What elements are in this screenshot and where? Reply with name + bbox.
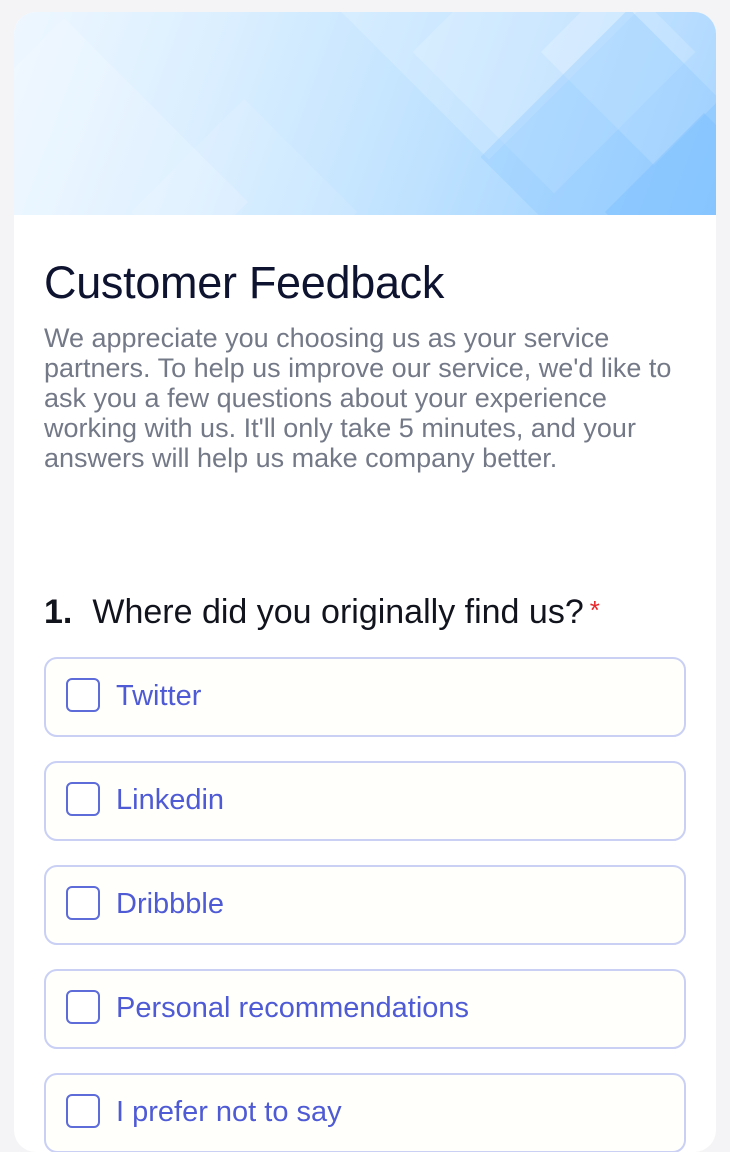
option-twitter[interactable]: Twitter — [44, 657, 686, 737]
option-label: Personal recommendations — [116, 992, 470, 1024]
question-text: Where did you originally find us? — [92, 593, 584, 631]
option-label: Twitter — [116, 680, 202, 712]
required-asterisk: * — [589, 595, 600, 625]
header-banner — [14, 12, 716, 215]
checkbox[interactable] — [66, 990, 100, 1024]
option-linkedin[interactable]: Linkedin — [44, 761, 686, 841]
option-label: Dribbble — [116, 888, 224, 920]
checkbox[interactable] — [66, 782, 100, 816]
option-label: I prefer not to say — [116, 1096, 342, 1128]
feedback-form-card: Customer Feedback We appreciate you choo… — [14, 12, 716, 1152]
option-dribbble[interactable]: Dribbble — [44, 865, 686, 945]
option-label: Linkedin — [116, 784, 225, 816]
question-number: 1. — [44, 593, 73, 631]
question-1-heading: 1. Where did you originally find us? * — [44, 593, 600, 632]
checkbox[interactable] — [66, 886, 100, 920]
answer-options: Twitter Linkedin Dribbble Personal recom… — [44, 657, 686, 1152]
option-personal-recommendations[interactable]: Personal recommendations — [44, 969, 686, 1049]
checkbox[interactable] — [66, 678, 100, 712]
option-prefer-not-to-say[interactable]: I prefer not to say — [44, 1073, 686, 1152]
checkbox[interactable] — [66, 1094, 100, 1128]
form-title: Customer Feedback — [44, 257, 445, 308]
form-description: We appreciate you choosing us as your se… — [44, 323, 672, 473]
